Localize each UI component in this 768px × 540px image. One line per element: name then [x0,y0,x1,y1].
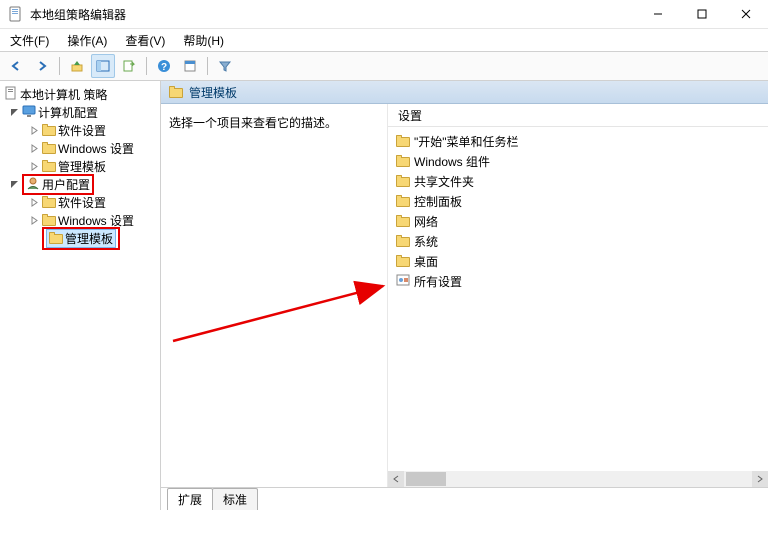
tab-label: 扩展 [178,493,202,507]
show-hide-tree-button[interactable] [91,54,115,78]
tab-label: 标准 [223,493,247,507]
folder-icon [396,155,410,167]
forward-button[interactable] [30,54,54,78]
scroll-left-button[interactable] [388,471,404,487]
menu-help[interactable]: 帮助(H) [181,30,226,51]
app-icon [8,6,24,22]
list-item[interactable]: 所有设置 [396,271,760,291]
list-item[interactable]: 控制面板 [396,191,760,211]
list-item[interactable]: Windows 组件 [396,151,760,171]
folder-icon [396,175,410,187]
filter-button[interactable] [213,54,237,78]
up-button[interactable] [65,54,89,78]
expand-icon[interactable] [28,144,40,153]
tree-pane: 本地计算机 策略 计算机配置 软件设置 Windows 设置 管理模板 [0,81,161,510]
folder-icon [169,86,183,98]
tree-u-templates[interactable]: 管理模板 [0,229,160,247]
svg-text:?: ? [161,62,167,73]
toolbar: ? [0,51,768,81]
menu-file[interactable]: 文件(F) [8,30,51,51]
tab-extended[interactable]: 扩展 [167,488,213,510]
user-icon [26,176,40,193]
folder-icon [49,232,63,244]
list-item[interactable]: "开始"菜单和任务栏 [396,131,760,151]
collapse-icon[interactable] [8,108,20,117]
tree-c-templates-label: 管理模板 [58,158,106,175]
list-pane: 设置 "开始"菜单和任务栏 Windows 组件 共享文件夹 控制面板 网络 系… [387,104,768,487]
tab-strip: 扩展 标准 [161,488,768,510]
window-title: 本地组策略编辑器 [30,6,636,23]
list-item-label: 共享文件夹 [414,173,474,190]
menu-view[interactable]: 查看(V) [123,30,167,51]
tree-c-templates[interactable]: 管理模板 [0,157,160,175]
expand-icon[interactable] [28,216,40,225]
minimize-button[interactable] [636,0,680,28]
tree-c-windows-label: Windows 设置 [58,140,134,157]
tree-u-software-label: 软件设置 [58,194,106,211]
footer-area [0,510,768,540]
folder-icon [42,142,56,154]
scroll-right-button[interactable] [752,471,768,487]
folder-icon [396,235,410,247]
list-item[interactable]: 网络 [396,211,760,231]
folder-icon [396,195,410,207]
list-item-label: 桌面 [414,253,438,270]
list-item-label: 系统 [414,233,438,250]
menu-bar: 文件(F) 操作(A) 查看(V) 帮助(H) [0,29,768,51]
description-pane: 选择一个项目来查看它的描述。 [161,104,387,487]
folder-icon [396,255,410,267]
description-prompt: 选择一个项目来查看它的描述。 [169,116,337,130]
tree-u-templates-label: 管理模板 [65,230,113,247]
all-settings-icon [396,273,410,290]
expand-icon[interactable] [28,162,40,171]
close-button[interactable] [724,0,768,28]
tree-u-software[interactable]: 软件设置 [0,193,160,211]
menu-action[interactable]: 操作(A) [65,30,109,51]
tree-c-software-label: 软件设置 [58,122,106,139]
expand-icon[interactable] [28,198,40,207]
tree-c-software[interactable]: 软件设置 [0,121,160,139]
folder-icon [42,214,56,226]
tree-root[interactable]: 本地计算机 策略 [0,85,160,103]
computer-icon [22,104,36,121]
folder-icon [42,160,56,172]
expand-icon[interactable] [28,126,40,135]
maximize-button[interactable] [680,0,724,28]
policy-icon [4,86,18,103]
scroll-thumb[interactable] [406,472,446,486]
properties-button[interactable] [178,54,202,78]
tab-standard[interactable]: 标准 [212,488,258,510]
list-item-label: "开始"菜单和任务栏 [414,133,519,150]
folder-icon [42,124,56,136]
tree-user-label: 用户配置 [42,176,90,193]
back-button[interactable] [4,54,28,78]
tree-computer-config[interactable]: 计算机配置 [0,103,160,121]
column-header-label: 设置 [398,107,422,124]
list-item-label: 控制面板 [414,193,462,210]
path-label: 管理模板 [189,84,237,101]
tree-computer-label: 计算机配置 [38,104,98,121]
list-item[interactable]: 桌面 [396,251,760,271]
tree-user-config[interactable]: 用户配置 [0,175,160,193]
list-item-label: 所有设置 [414,273,462,290]
horizontal-scrollbar[interactable] [388,471,768,487]
tree-c-windows[interactable]: Windows 设置 [0,139,160,157]
collapse-icon[interactable] [8,180,20,189]
export-button[interactable] [117,54,141,78]
list-item-label: Windows 组件 [414,153,490,170]
help-button[interactable]: ? [152,54,176,78]
folder-icon [42,196,56,208]
list-item-label: 网络 [414,213,438,230]
folder-icon [396,135,410,147]
list-item[interactable]: 共享文件夹 [396,171,760,191]
tree-root-label: 本地计算机 策略 [20,86,107,103]
folder-icon [396,215,410,227]
column-header-setting[interactable]: 设置 [388,104,768,127]
path-bar: 管理模板 [161,81,768,104]
list-item[interactable]: 系统 [396,231,760,251]
